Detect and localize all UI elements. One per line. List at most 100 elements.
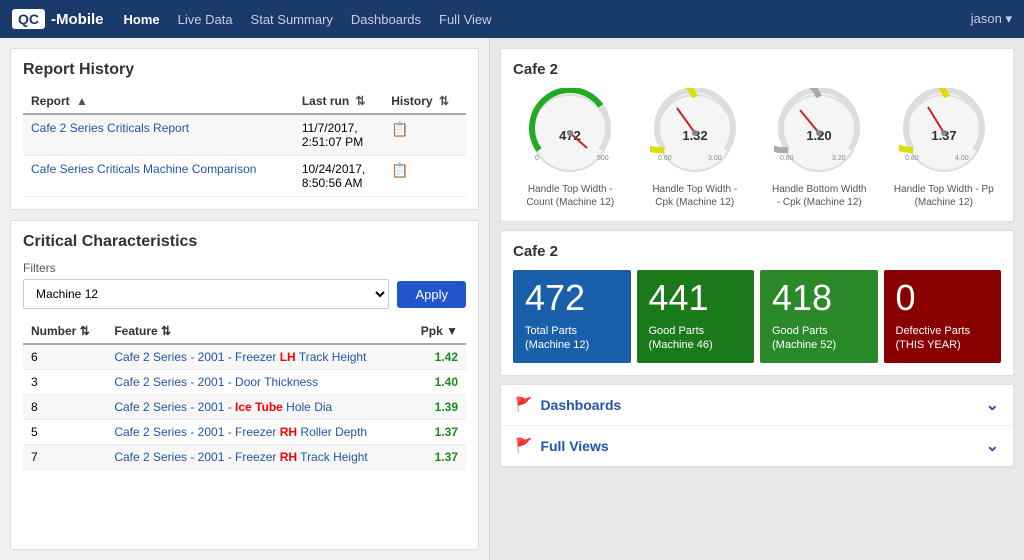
stat-good-52-label: Good Parts(Machine 52) [772, 324, 866, 353]
brand-logo: QC [12, 9, 45, 29]
report-link-2[interactable]: Cafe Series Criticals Machine Comparison [31, 162, 256, 176]
char-number: 8 [23, 395, 106, 420]
char-feature-link[interactable]: Cafe 2 Series - 2001 - Door Thickness [114, 375, 318, 389]
user-menu[interactable]: jason ▾ [971, 11, 1012, 27]
nav-dashboards[interactable]: Dashboards [351, 12, 421, 27]
table-row: 8 Cafe 2 Series - 2001 - Ice Tube Hole D… [23, 395, 466, 420]
report-table: Report ▲ Last run ⇅ History ⇅ Cafe 2 Ser… [23, 89, 466, 197]
stat-good-parts-46: 441 Good Parts(Machine 46) [637, 270, 755, 363]
col-report: Report ▲ [23, 89, 294, 114]
gauge-1-label: Handle Top Width - Count (Machine 12) [520, 183, 620, 209]
char-table-container: Number ⇅ Feature ⇅ Ppk ▼ 6 Cafe 2 Series… [23, 319, 466, 537]
ppk-value: 1.40 [407, 370, 466, 395]
cafe-gauges-card: Cafe 2 472 0 500 Handle Top Width - Coun… [500, 48, 1014, 222]
fullviews-link-row[interactable]: 🚩 Full Views ⌄ [501, 426, 1013, 466]
char-feature-link[interactable]: Cafe 2 Series - 2001 - Freezer LH Track … [114, 350, 366, 364]
history-icon-2[interactable]: 📋 [391, 162, 408, 178]
right-panel: Cafe 2 472 0 500 Handle Top Width - Coun… [490, 38, 1024, 560]
machine-filter-select[interactable]: Machine 12 Machine 46 Machine 52 [23, 279, 389, 309]
cafe-stats-title: Cafe 2 [513, 243, 1001, 260]
fullviews-flag-icon: 🚩 [515, 437, 532, 454]
gauges-row: 472 0 500 Handle Top Width - Count (Mach… [513, 88, 1001, 209]
gauge-2-label: Handle Top Width - Cpk (Machine 12) [645, 183, 745, 209]
table-row: 3 Cafe 2 Series - 2001 - Door Thickness … [23, 370, 466, 395]
table-row: 6 Cafe 2 Series - 2001 - Freezer LH Trac… [23, 344, 466, 370]
char-number: 5 [23, 420, 106, 445]
stat-total-label: Total Parts(Machine 12) [525, 324, 619, 353]
report-history-title: Report History [23, 61, 466, 79]
stats-row: 472 Total Parts(Machine 12) 441 Good Par… [513, 270, 1001, 363]
gauge-2: 1.32 0.60 3.00 Handle Top Width - Cpk (M… [645, 88, 745, 209]
table-row: 7 Cafe 2 Series - 2001 - Freezer RH Trac… [23, 445, 466, 470]
col-ppk: Ppk ▼ [407, 319, 466, 344]
stat-good-46-label: Good Parts(Machine 46) [649, 324, 743, 353]
gauge-3-label: Handle Bottom Width - Cpk (Machine 12) [769, 183, 869, 209]
char-feature-link[interactable]: Cafe 2 Series - 2001 - Freezer RH Roller… [114, 425, 367, 439]
nav-live-data[interactable]: Live Data [178, 12, 233, 27]
sort-lastrun-icon: ⇅ [355, 94, 365, 108]
svg-text:0.80: 0.80 [780, 155, 794, 162]
links-card: 🚩 Dashboards ⌄ 🚩 Full Views ⌄ [500, 384, 1014, 467]
stat-total-parts: 472 Total Parts(Machine 12) [513, 270, 631, 363]
stat-good-52-value: 418 [772, 280, 866, 316]
stat-defective-parts: 0 Defective Parts(THIS YEAR) [884, 270, 1002, 363]
sort-report-icon: ▲ [76, 94, 88, 108]
char-number: 3 [23, 370, 106, 395]
gauge-svg-1: 472 0 500 [525, 88, 615, 178]
stat-good-parts-52: 418 Good Parts(Machine 52) [760, 270, 878, 363]
col-feature: Feature ⇅ [106, 319, 406, 344]
gauge-4: 1.37 0.80 4.00 Handle Top Width - Pp (Ma… [894, 88, 994, 209]
table-row: Cafe Series Criticals Machine Comparison… [23, 156, 466, 197]
left-panel: Report History Report ▲ Last run ⇅ Histo… [0, 38, 490, 560]
main-content: Report History Report ▲ Last run ⇅ Histo… [0, 38, 1024, 560]
dashboards-link-text: Dashboards [540, 397, 985, 413]
table-row: 5 Cafe 2 Series - 2001 - Freezer RH Roll… [23, 420, 466, 445]
gauge-svg-2: 1.32 0.60 3.00 [650, 88, 740, 178]
svg-text:0.80: 0.80 [905, 155, 919, 162]
report-link-1[interactable]: Cafe 2 Series Criticals Report [31, 121, 189, 135]
sort-ppk-icon: ▼ [446, 324, 458, 338]
gauge-svg-4: 1.37 0.80 4.00 [899, 88, 989, 178]
cafe-stats-card: Cafe 2 472 Total Parts(Machine 12) 441 G… [500, 230, 1014, 376]
char-feature-link[interactable]: Cafe 2 Series - 2001 - Freezer RH Track … [114, 450, 367, 464]
brand: QC -Mobile [12, 9, 104, 29]
apply-button[interactable]: Apply [397, 281, 466, 308]
char-number: 6 [23, 344, 106, 370]
svg-text:4.00: 4.00 [955, 155, 969, 162]
gauge-4-label: Handle Top Width - Pp (Machine 12) [894, 183, 994, 209]
critical-title: Critical Characteristics [23, 233, 466, 251]
lastrun-2: 10/24/2017,8:50:56 AM [294, 156, 383, 197]
filters-label: Filters [23, 261, 466, 275]
dashboards-chevron-icon: ⌄ [986, 395, 999, 415]
col-history: History ⇅ [383, 89, 466, 114]
fullviews-chevron-icon: ⌄ [986, 436, 999, 456]
ppk-value: 1.37 [407, 420, 466, 445]
svg-text:500: 500 [597, 155, 609, 162]
stat-defective-value: 0 [896, 280, 990, 316]
ppk-value: 1.42 [407, 344, 466, 370]
critical-characteristics-card: Critical Characteristics Filters Machine… [10, 220, 479, 550]
svg-text:3.00: 3.00 [708, 155, 722, 162]
nav-home[interactable]: Home [124, 12, 160, 27]
nav-stat-summary[interactable]: Stat Summary [251, 12, 333, 27]
brand-mobile: -Mobile [51, 11, 104, 28]
svg-text:0: 0 [535, 155, 539, 162]
col-lastrun: Last run ⇅ [294, 89, 383, 114]
lastrun-1: 11/7/2017,2:51:07 PM [294, 114, 383, 156]
stat-good-46-value: 441 [649, 280, 743, 316]
gauge-3: 1.20 0.80 3.20 Handle Bottom Width - Cpk… [769, 88, 869, 209]
sort-number-icon: ⇅ [80, 324, 90, 338]
dashboards-flag-icon: 🚩 [515, 396, 532, 413]
char-number: 7 [23, 445, 106, 470]
gauge-svg-3: 1.20 0.80 3.20 [774, 88, 864, 178]
stat-defective-label: Defective Parts(THIS YEAR) [896, 324, 990, 353]
cafe-gauges-title: Cafe 2 [513, 61, 1001, 78]
nav-full-view[interactable]: Full View [439, 12, 492, 27]
navbar: QC -Mobile Home Live Data Stat Summary D… [0, 0, 1024, 38]
history-icon-1[interactable]: 📋 [391, 121, 408, 137]
dashboards-link-row[interactable]: 🚩 Dashboards ⌄ [501, 385, 1013, 426]
col-number: Number ⇅ [23, 319, 106, 344]
fullviews-link-text: Full Views [540, 438, 985, 454]
filter-row: Machine 12 Machine 46 Machine 52 Apply [23, 279, 466, 309]
char-feature-link[interactable]: Cafe 2 Series - 2001 - Ice Tube Hole Dia [114, 400, 332, 414]
